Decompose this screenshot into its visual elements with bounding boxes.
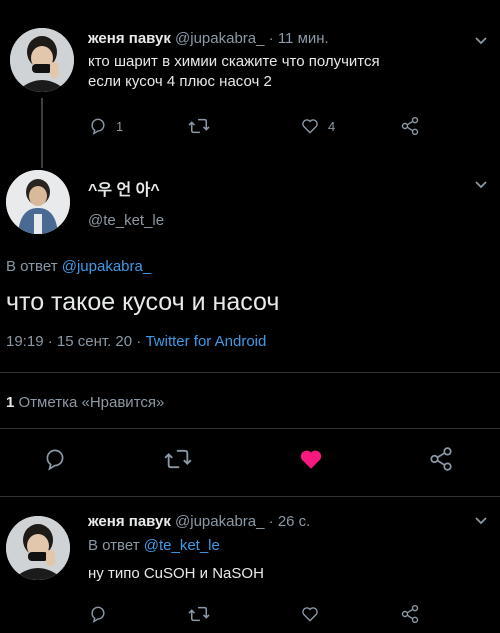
like-count: 4 (328, 118, 336, 134)
tweet-text-line: если кусоч 4 плюс насоч 2 (88, 73, 272, 90)
author-name[interactable]: женя павук (88, 513, 171, 530)
reply-to: В ответ @jupakabra_ (6, 258, 151, 275)
reply-to-label: В ответ (88, 537, 140, 554)
separator: · (47, 333, 53, 350)
main-tweet-text: что такое кусоч и насоч (6, 288, 280, 316)
retweet-button[interactable] (188, 116, 210, 136)
tweet-header: женя павук @jupakabra_ · 26 с. (88, 513, 310, 530)
likes-label: Отметка «Нравится» (18, 394, 165, 411)
tweet-text: кто шарит в химии скажите что получится … (88, 52, 488, 92)
tweet-text-line: кто шарит в химии скажите что получится (88, 53, 380, 70)
heart-icon (300, 450, 322, 469)
tweet-date[interactable]: 15 сент. 20 (57, 333, 132, 350)
separator: · (268, 513, 274, 530)
share-icon (401, 604, 419, 624)
share-button[interactable] (400, 604, 420, 624)
author-name[interactable]: женя павук (88, 30, 171, 47)
share-icon (430, 447, 452, 471)
reply-count: 1 (116, 118, 124, 134)
heart-icon (302, 607, 318, 622)
main-author-handle[interactable]: @te_ket_le (88, 212, 164, 229)
retweet-icon (188, 118, 210, 134)
chevron-down-icon[interactable] (474, 180, 488, 190)
avatar[interactable] (10, 28, 74, 92)
main-author-name[interactable]: ^우 언 아^ (88, 176, 160, 200)
reply-button[interactable] (88, 604, 108, 624)
like-button[interactable]: 4 (300, 116, 335, 136)
separator: · (136, 333, 142, 350)
avatar[interactable] (6, 170, 70, 234)
author-handle[interactable]: @jupakabra_ (175, 513, 264, 530)
timestamp[interactable]: 26 с. (278, 513, 311, 530)
reply-to: В ответ @te_ket_le (88, 537, 220, 554)
reply-icon (91, 118, 105, 135)
likes-count: 1 (6, 394, 15, 411)
share-button[interactable] (428, 446, 454, 472)
retweet-icon (188, 606, 210, 622)
reply-to-handle[interactable]: @jupakabra_ (62, 258, 151, 275)
reply-button[interactable]: 1 (88, 116, 123, 136)
thread-line (41, 98, 43, 168)
share-button[interactable] (400, 116, 420, 136)
retweet-button[interactable] (164, 446, 192, 472)
chevron-down-icon[interactable] (474, 36, 488, 46)
retweet-icon (164, 449, 192, 469)
chevron-down-icon[interactable] (474, 516, 488, 526)
tweet-source[interactable]: Twitter for Android (145, 333, 266, 350)
like-button[interactable] (300, 604, 320, 624)
tweet-meta: 19:19 · 15 сент. 20 · Twitter for Androi… (6, 333, 266, 350)
author-handle[interactable]: @jupakabra_ (175, 30, 264, 47)
retweet-button[interactable] (188, 604, 210, 624)
reply-to-label: В ответ (6, 258, 58, 275)
divider (0, 372, 500, 373)
reply-button[interactable] (42, 446, 68, 472)
tweet-time[interactable]: 19:19 (6, 333, 44, 350)
like-button-liked[interactable] (298, 446, 324, 472)
tweet-header: женя павук @jupakabra_ · 11 мин. (88, 30, 329, 47)
timestamp[interactable]: 11 мин. (278, 30, 329, 47)
reply-icon (46, 449, 64, 471)
reply-icon (91, 606, 105, 623)
avatar[interactable] (6, 516, 70, 580)
likes-stat[interactable]: 1 Отметка «Нравится» (6, 394, 164, 411)
tweet-text: ну типо CuSOH и NaSOH (88, 565, 264, 582)
divider (0, 428, 500, 429)
divider (0, 496, 500, 497)
reply-to-handle[interactable]: @te_ket_le (144, 537, 220, 554)
heart-icon (302, 119, 318, 134)
separator: · (268, 30, 274, 47)
share-icon (401, 116, 419, 136)
